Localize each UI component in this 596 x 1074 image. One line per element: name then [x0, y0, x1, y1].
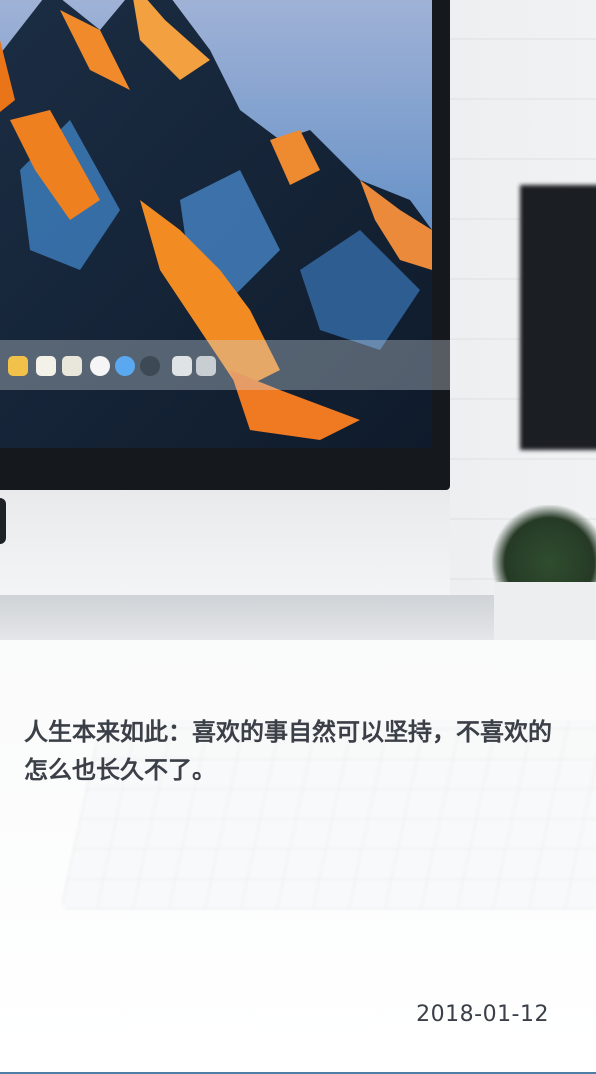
- notes-icon: [8, 356, 28, 376]
- app-store-icon: [115, 356, 135, 376]
- wall-picture-frame: [520, 185, 596, 450]
- folder-icon: [172, 356, 192, 376]
- apple-logo-icon: [0, 498, 6, 544]
- plant-icon: [492, 505, 596, 587]
- trash-icon: [196, 356, 216, 376]
- post-date: 2018-01-12: [416, 1002, 549, 1027]
- quicktime-icon: [140, 356, 160, 376]
- document-icon: [36, 356, 56, 376]
- quote-text: 人生本来如此：喜欢的事自然可以坚持，不喜欢的怎么也长久不了。: [24, 718, 552, 784]
- cover-photo: [0, 0, 596, 1074]
- preview-icon: [62, 356, 82, 376]
- monitor-chin: [0, 490, 450, 595]
- itunes-icon: [90, 356, 110, 376]
